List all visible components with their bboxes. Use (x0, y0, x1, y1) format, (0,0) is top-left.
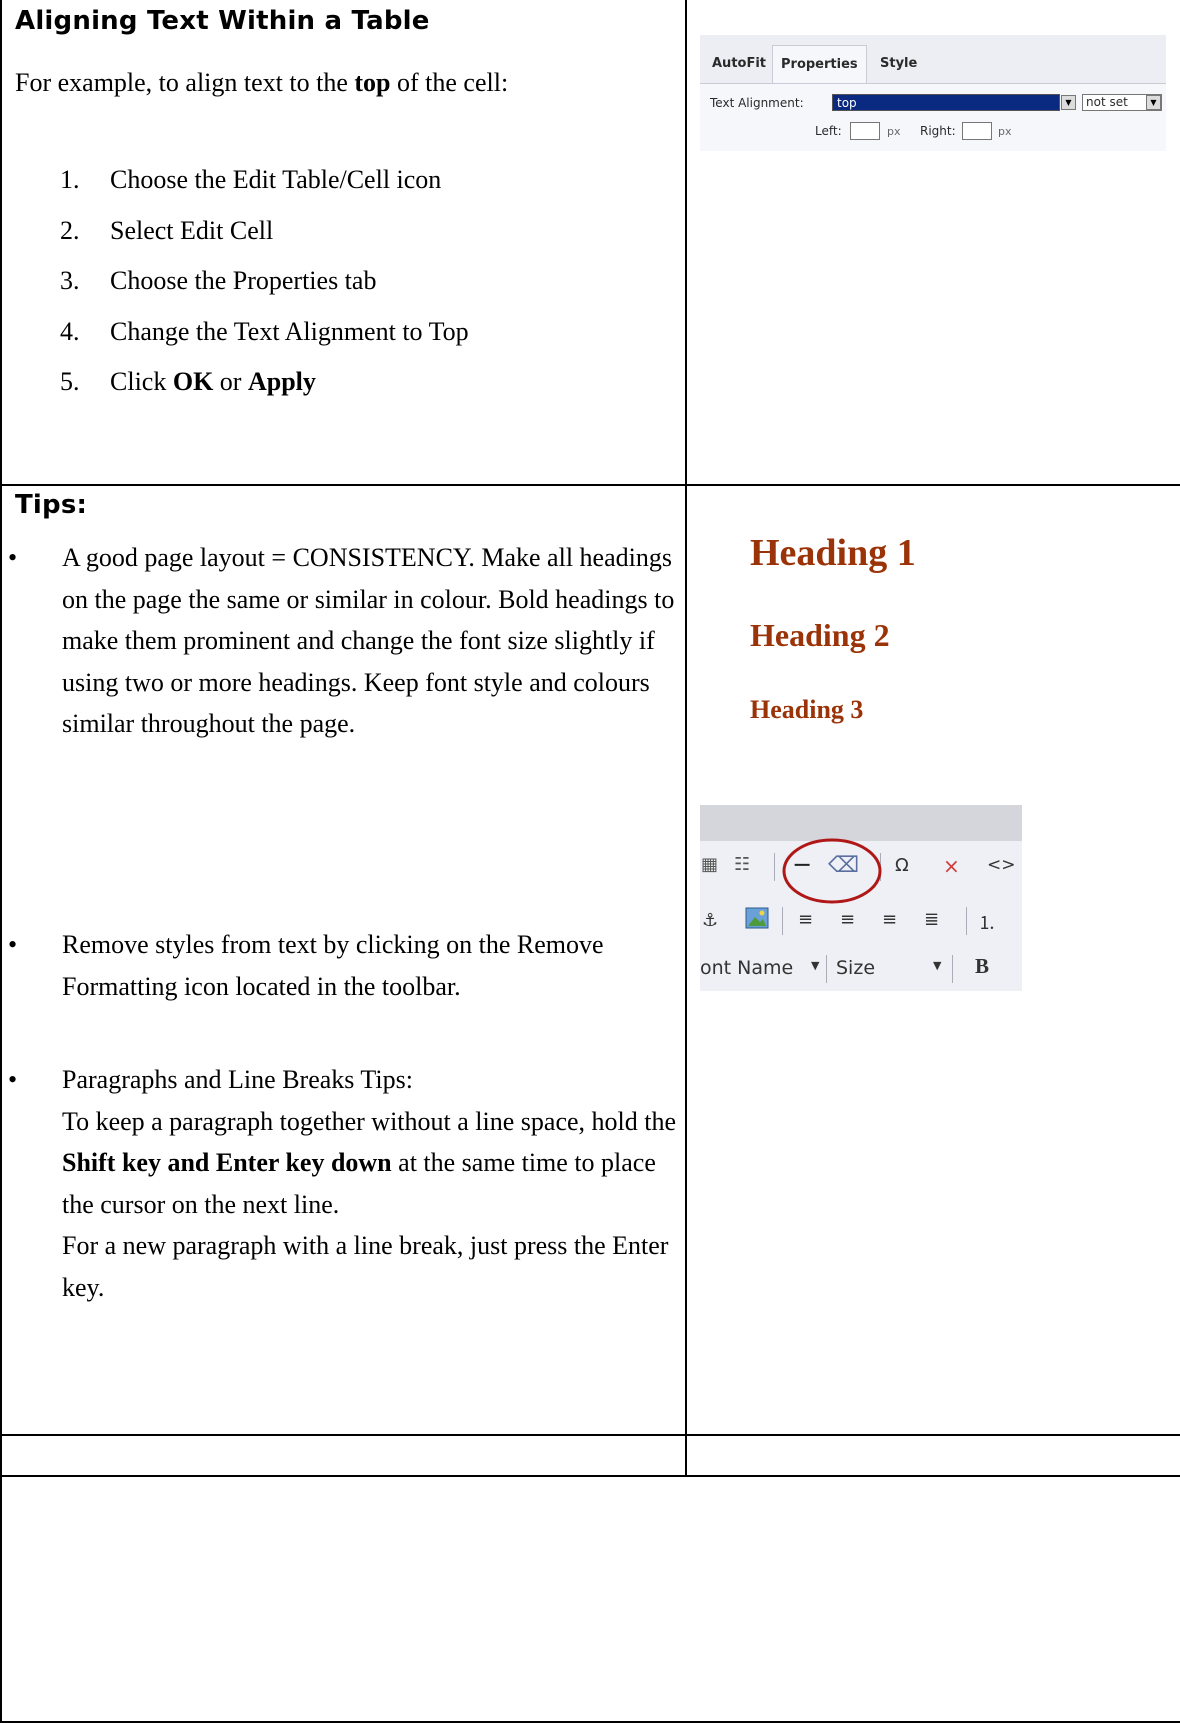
toolbar-separator (774, 853, 775, 881)
left-padding-label: Left: (815, 124, 842, 138)
step-text: Choose the Edit Table/Cell icon (110, 165, 442, 194)
steps-list: 1. Choose the Edit Table/Cell icon 2. Sele… (60, 165, 469, 418)
align-right-icon[interactable]: ≡ (882, 909, 897, 930)
chevron-down-icon[interactable]: ▼ (1061, 95, 1076, 110)
intro-after: of the cell: (390, 68, 509, 97)
step-number: 4. (60, 316, 80, 346)
table-row-divider-2 (0, 1434, 1180, 1436)
bold-button[interactable]: B (975, 954, 989, 979)
anchor-icon[interactable]: ⚓ (702, 910, 718, 931)
right-padding-input[interactable] (962, 122, 992, 140)
bullet-icon: • (8, 543, 18, 572)
list-item: 5. Click OK or Apply (60, 367, 469, 418)
left-unit-label: px (887, 125, 901, 138)
toolbar-separator (952, 955, 953, 983)
toolbar-separator (966, 907, 967, 935)
select-all-icon[interactable]: ▦ (701, 854, 718, 875)
tip-text: Remove styles from text by clicking on t… (62, 930, 604, 1001)
step-text: Choose the Properties tab (110, 266, 377, 295)
align-center-icon[interactable]: ≡ (840, 909, 855, 930)
chevron-down-icon[interactable]: ▼ (811, 959, 819, 972)
highlight-circle (782, 838, 882, 904)
delete-icon[interactable]: × (943, 854, 960, 878)
list-item: 3. Choose the Properties tab (60, 266, 469, 317)
table-column-divider (685, 0, 687, 1476)
list-item: 1. Choose the Edit Table/Cell icon (60, 165, 469, 216)
intro-text: For example, to align text to the top of… (15, 68, 508, 98)
tip-item-remove-formatting: • Remove styles from text by clicking on… (0, 924, 670, 1014)
special-character-icon[interactable]: Ω (895, 855, 909, 876)
tip-text: Paragraphs and Line Breaks Tips: To keep… (62, 1065, 677, 1302)
toolbar-separator (826, 955, 827, 983)
font-size-dropdown[interactable]: Size (836, 957, 875, 979)
toolbar-screenshot: ▦ ☷ ─ ⌫ Ω × <> ⚓ ≡ ≡ ≡ ≣ ⒈ ont Name ▼ Si… (700, 805, 1022, 991)
chevron-down-icon[interactable]: ▼ (1146, 95, 1161, 110)
code-view-icon[interactable]: <> (987, 855, 1016, 875)
heading-1-sample: Heading 1 (750, 532, 916, 574)
step-number: 2. (60, 215, 80, 245)
table-border-left (0, 0, 2, 1723)
step-number: 5. (60, 367, 80, 396)
list-item: 4. Change the Text Alignment to Top (60, 317, 469, 368)
chevron-down-icon[interactable]: ▼ (933, 959, 941, 972)
numbered-list-icon[interactable]: ⒈ (978, 909, 996, 935)
tab-properties[interactable]: Properties (772, 45, 867, 83)
step-text: Click OK or Apply (110, 367, 316, 396)
insert-table-icon[interactable]: ☷ (734, 854, 750, 875)
right-padding-label: Right: (920, 124, 956, 138)
insert-image-icon[interactable] (745, 907, 769, 934)
right-unit-label: px (998, 125, 1012, 138)
tip-text: A good page layout = CONSISTENCY. Make a… (62, 543, 675, 738)
bullet-icon: • (8, 1065, 18, 1094)
left-padding-input[interactable] (850, 122, 880, 140)
tab-style[interactable]: Style (872, 45, 925, 83)
heading-3-sample: Heading 3 (750, 695, 864, 724)
section-title: Aligning Text Within a Table (15, 6, 430, 36)
step-text: Change the Text Alignment to Top (110, 316, 469, 346)
text-alignment-select[interactable]: top (832, 94, 1060, 111)
toolbar-separator (782, 907, 783, 935)
list-item: 2. Select Edit Cell (60, 216, 469, 267)
tab-autofit[interactable]: AutoFit (704, 45, 774, 83)
align-left-icon[interactable]: ≡ (798, 909, 813, 930)
table-row-divider-3 (0, 1475, 1180, 1477)
text-alignment-label: Text Alignment: (710, 96, 804, 110)
tip-item-consistency: • A good page layout = CONSISTENCY. Make… (0, 537, 674, 747)
properties-panel-screenshot: AutoFit Properties Style Text Alignment:… (700, 35, 1166, 151)
table-row-divider-1 (0, 484, 1180, 486)
properties-body: Text Alignment: top ▼ not set ▼ Left: px… (700, 83, 1166, 151)
justify-icon[interactable]: ≣ (924, 909, 939, 930)
tips-title: Tips: (15, 490, 88, 520)
step-text: Select Edit Cell (110, 215, 274, 245)
tip-item-line-breaks: • Paragraphs and Line Breaks Tips: To ke… (0, 1059, 676, 1359)
step-number: 3. (60, 266, 80, 295)
properties-tabs: AutoFit Properties Style (700, 45, 1166, 83)
font-name-dropdown[interactable]: ont Name (700, 957, 793, 979)
heading-2-sample: Heading 2 (750, 617, 890, 653)
intro-bold: top (354, 68, 391, 97)
step-number: 1. (60, 165, 80, 194)
intro-before: For example, to align text to the (15, 68, 355, 97)
bullet-icon: • (8, 930, 18, 959)
